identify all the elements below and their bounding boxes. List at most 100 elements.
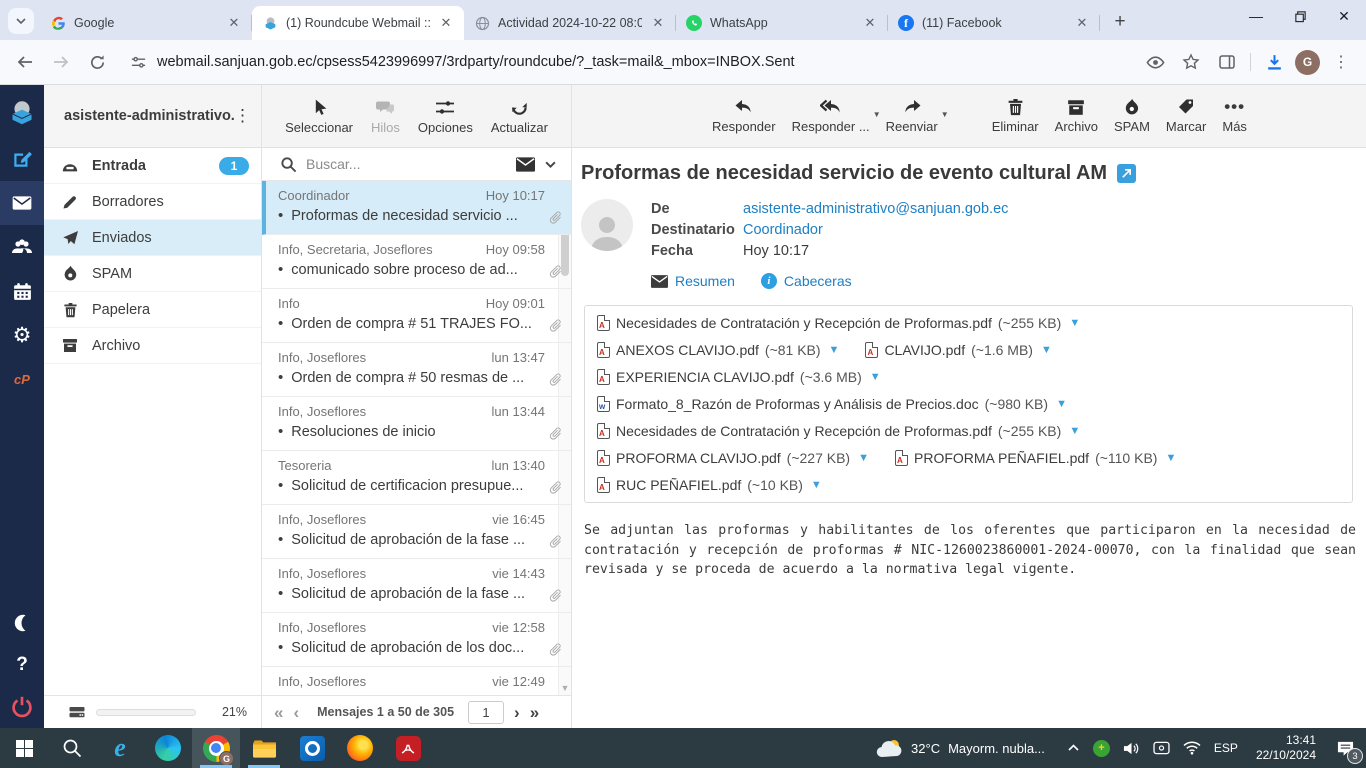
attachment-name[interactable]: Necesidades de Contratación y Recepción … [616,423,992,439]
attachment-name[interactable]: RUC PEÑAFIEL.pdf [616,477,741,493]
forward-button[interactable] [46,47,76,77]
antivirus-tray-icon[interactable]: + [1093,740,1110,757]
browser-menu-button[interactable]: ⋮ [1326,47,1356,77]
folder-borradores[interactable]: Borradores [44,184,261,220]
unread-dot-icon[interactable]: • [278,531,283,548]
unread-dot-icon[interactable]: • [278,477,283,494]
outlook-button[interactable] [288,728,336,768]
compose-button[interactable] [0,137,44,181]
message-row[interactable]: Info Hoy 09:01 • Orden de compra # 51 TR… [262,289,571,343]
calendar-nav-button[interactable] [0,269,44,313]
delete-button[interactable]: Eliminar [992,98,1039,134]
from-address-link[interactable]: asistente-administrativo@sanjuan.gob.ec [743,201,1008,217]
new-tab-button[interactable]: + [1106,8,1134,36]
refresh-button[interactable]: Actualizar [491,98,548,135]
unread-dot-icon[interactable]: • [278,369,283,386]
message-row[interactable]: Tesoreria lun 13:40 • Solicitud de certi… [262,451,571,505]
last-page-icon[interactable]: » [530,704,539,721]
search-bar[interactable]: Buscar... [262,148,571,181]
attachment-name[interactable]: EXPERIENCIA CLAVIJO.pdf [616,369,794,385]
prev-page-icon[interactable]: ‹ [293,704,299,721]
attachment-menu-caret[interactable]: ▼ [870,371,881,383]
message-row[interactable]: Coordinador Hoy 10:17 • Proformas de nec… [262,181,571,235]
taskbar-search-button[interactable] [48,728,96,768]
more-button[interactable]: ••• Más [1222,98,1247,134]
to-address-link[interactable]: Coordinador [743,222,823,238]
message-row[interactable]: Info, Joseflores vie 12:58 • Solicitud d… [262,613,571,667]
attachment-menu-caret[interactable]: ▼ [858,452,869,464]
action-center-button[interactable]: 3 [1324,728,1366,768]
open-in-new-window-button[interactable] [1117,164,1136,183]
forward-button[interactable]: Reenviar ▼ [886,98,938,134]
attachment-name[interactable]: ANEXOS CLAVIJO.pdf [616,342,759,358]
unread-dot-icon[interactable]: • [278,585,283,602]
close-window-button[interactable]: ✕ [1322,0,1366,32]
volume-icon[interactable] [1123,741,1140,756]
message-row[interactable]: Info, Secretaria, Joseflores Hoy 09:58 •… [262,235,571,289]
message-row[interactable]: Info, Joseflores vie 14:43 • Solicitud d… [262,559,571,613]
unread-dot-icon[interactable]: • [278,261,283,278]
tray-chevron-up-icon[interactable] [1067,743,1080,753]
attachment-menu-caret[interactable]: ▼ [1069,425,1080,437]
spam-button[interactable]: SPAM [1114,98,1150,134]
message-row[interactable]: Info, Joseflores lun 13:47 • Orden de co… [262,343,571,397]
acrobat-button[interactable] [384,728,432,768]
folder-papelera[interactable]: Papelera [44,292,261,328]
attachment-name[interactable]: PROFORMA CLAVIJO.pdf [616,450,781,466]
message-row[interactable]: Info, Joseflores vie 16:45 • Solicitud d… [262,505,571,559]
side-panel-button[interactable] [1212,47,1242,77]
folder-archivo[interactable]: Archivo [44,328,261,364]
start-button[interactable] [0,728,48,768]
cpanel-link[interactable]: cP [0,357,44,401]
firefox-button[interactable] [336,728,384,768]
attachment-name[interactable]: Necesidades de Contratación y Recepción … [616,315,992,331]
omnibox[interactable]: webmail.sanjuan.gob.ec/cpsess5423996997/… [118,46,1134,78]
logout-button[interactable] [0,686,44,728]
attachment[interactable]: A Necesidades de Contratación y Recepció… [597,423,1080,439]
attachment-menu-caret[interactable]: ▼ [811,479,822,491]
attachment[interactable]: w Formato_8_Razón de Proformas y Análisi… [597,396,1067,412]
tab-facebook[interactable]: f (11) Facebook ✕ [888,6,1100,40]
message-row[interactable]: Info, Joseflores lun 13:44 • Resolucione… [262,397,571,451]
attachment[interactable]: A Necesidades de Contratación y Recepció… [597,315,1080,331]
tab-actividad[interactable]: Actividad 2024-10-22 08:00 ✕ [464,6,676,40]
display-tray-icon[interactable] [1153,741,1170,755]
internet-explorer-button[interactable]: e [96,728,144,768]
attachment[interactable]: A RUC PEÑAFIEL.pdf (~10 KB) ▼ [597,477,822,493]
attachment[interactable]: A PROFORMA CLAVIJO.pdf (~227 KB) ▼ [597,450,869,466]
bookmark-star-button[interactable] [1176,47,1206,77]
tab-whatsapp[interactable]: WhatsApp ✕ [676,6,888,40]
tab-close-icon[interactable]: ✕ [650,15,666,31]
attachment-menu-caret[interactable]: ▼ [1056,398,1067,410]
reload-button[interactable] [82,47,112,77]
attachment-name[interactable]: PROFORMA PEÑAFIEL.pdf [914,450,1089,466]
unread-dot-icon[interactable]: • [278,639,283,656]
attachment[interactable]: A EXPERIENCIA CLAVIJO.pdf (~3.6 MB) ▼ [597,369,881,385]
language-indicator[interactable]: ESP [1214,741,1238,755]
select-button[interactable]: Seleccionar [285,98,353,135]
attachment-name[interactable]: CLAVIJO.pdf [884,342,965,358]
archive-button[interactable]: Archivo [1055,99,1098,134]
forward-menu-caret[interactable]: ▼ [941,110,949,119]
profile-avatar[interactable]: G [1295,50,1320,75]
edge-button[interactable] [144,728,192,768]
attachment-menu-caret[interactable]: ▼ [1069,317,1080,329]
attachment[interactable]: A CLAVIJO.pdf (~1.6 MB) ▼ [865,342,1051,358]
reply-all-button[interactable]: Responder ... ▼ [792,98,870,134]
attachment[interactable]: A PROFORMA PEÑAFIEL.pdf (~110 KB) ▼ [895,450,1176,466]
account-menu-button[interactable]: ⋮ [234,106,251,126]
folder-enviados[interactable]: Enviados [44,220,261,256]
folder-spam[interactable]: SPAM [44,256,261,292]
message-row[interactable]: Info, Joseflores vie 12:49 • [262,667,571,695]
dark-mode-toggle[interactable] [0,602,44,644]
preview-eye-button[interactable] [1140,47,1170,77]
options-button[interactable]: Opciones [418,98,473,135]
attachment-menu-caret[interactable]: ▼ [1165,452,1176,464]
unread-dot-icon[interactable]: • [278,207,283,224]
taskbar-clock[interactable]: 13:41 22/10/2024 [1248,733,1324,763]
mail-nav-button[interactable] [0,181,44,225]
tab-close-icon[interactable]: ✕ [438,15,454,31]
help-button[interactable]: ? [0,644,44,686]
restore-button[interactable] [1278,0,1322,32]
folder-entrada[interactable]: Entrada 1 [44,148,261,184]
